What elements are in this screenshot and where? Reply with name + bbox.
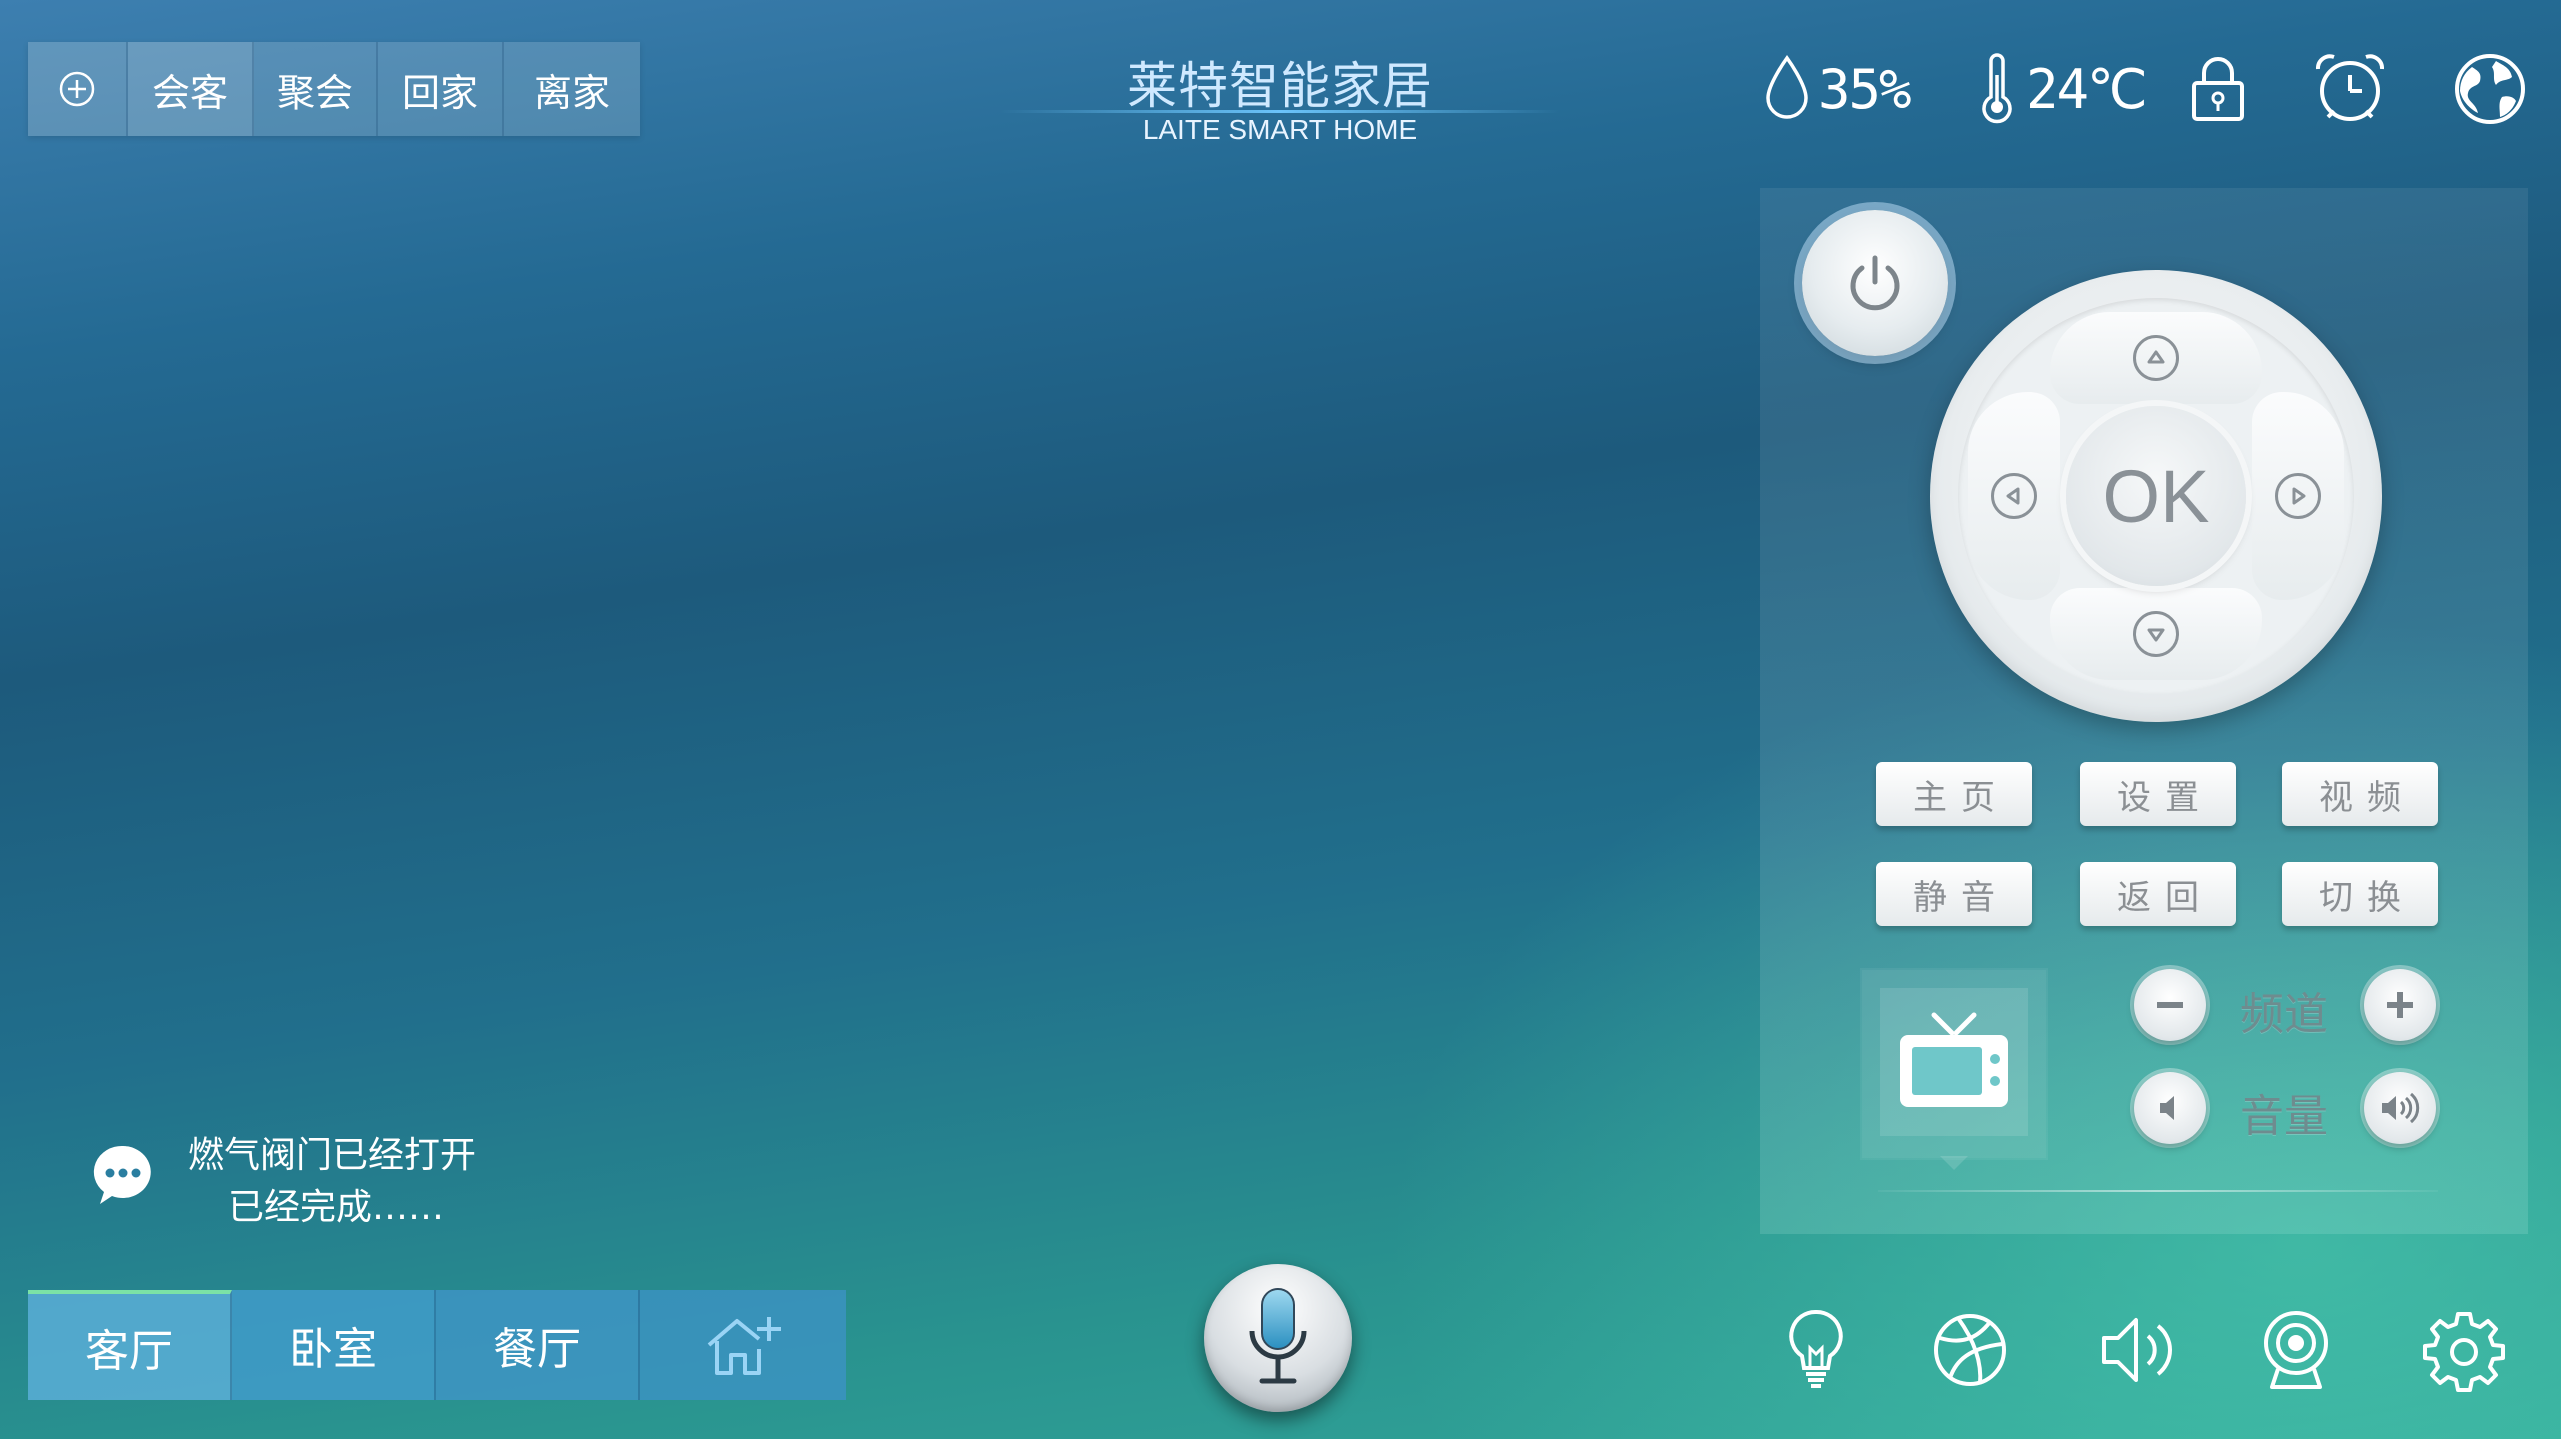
microphone-icon — [1249, 1288, 1307, 1384]
power-icon — [1850, 255, 1900, 311]
channel-up-button[interactable] — [2364, 969, 2436, 1041]
add-room-button[interactable] — [640, 1290, 846, 1400]
volume-high-icon — [2382, 1092, 2420, 1124]
brand-title: 莱特智能家居 — [1127, 57, 1433, 115]
house-add-icon — [707, 1317, 781, 1375]
lock-button[interactable] — [2188, 46, 2248, 132]
brand-divider — [1000, 110, 1560, 113]
arrow-left-icon — [1991, 473, 2037, 519]
home-button[interactable]: 主页 — [1876, 762, 2032, 826]
tv-icon — [1900, 1012, 2008, 1107]
room-tab-bar: 客厅 卧室 餐厅 — [28, 1290, 846, 1400]
ok-button[interactable]: OK — [2066, 406, 2246, 586]
speaker-icon — [2102, 1318, 2172, 1382]
volume-down-button[interactable] — [2134, 1072, 2206, 1144]
dpad-right-button[interactable] — [2252, 392, 2344, 600]
settings-gear-button[interactable] — [2414, 1300, 2514, 1400]
brand-subtitle: LAITE SMART HOME — [1142, 114, 1418, 145]
scene-label: 离家 — [533, 70, 610, 115]
arrow-down-icon — [2133, 611, 2179, 657]
scene-label: 聚会 — [276, 70, 353, 115]
scene-away-button[interactable]: 离家 — [504, 42, 640, 136]
alarm-clock-icon — [2316, 54, 2384, 121]
tv-pointer — [1940, 1156, 1968, 1172]
power-button[interactable] — [1802, 210, 1948, 356]
thermometer-icon — [1982, 53, 2012, 124]
humidity-value: 35% — [1818, 57, 1912, 121]
tab-label: 餐厅 — [493, 1324, 581, 1375]
plus-circle-icon — [59, 71, 95, 107]
scene-party-button[interactable]: 聚会 — [254, 42, 378, 136]
video-button[interactable]: 视频 — [2282, 762, 2438, 826]
lock-icon — [2192, 57, 2244, 121]
sports-button[interactable] — [1920, 1300, 2020, 1400]
tab-dining-room[interactable]: 餐厅 — [436, 1290, 640, 1400]
temperature-value: 24℃ — [2026, 57, 2148, 121]
audio-button[interactable] — [2090, 1300, 2190, 1400]
ball-icon — [1934, 1314, 2006, 1386]
tv-device-tile — [1880, 988, 2028, 1136]
volume-up-button[interactable] — [2364, 1072, 2436, 1144]
notification-message: 燃气阀门已经打开 已经完成…… — [188, 1130, 476, 1234]
settings-icon — [2423, 1312, 2505, 1392]
channel-label: 频道 — [2240, 989, 2328, 1040]
camera-button[interactable] — [2246, 1300, 2346, 1400]
minus-icon — [2157, 1002, 2183, 1008]
dpad-left-button[interactable] — [1968, 392, 2060, 600]
settings-button[interactable]: 设置 — [2080, 762, 2236, 826]
back-button[interactable]: 返回 — [2080, 862, 2236, 926]
camera-icon — [2264, 1311, 2328, 1389]
temperature-status: 24℃ — [1974, 46, 2148, 132]
scene-guest-button[interactable]: 会客 — [128, 42, 254, 136]
scene-bar: 会客 聚会 回家 离家 — [28, 42, 640, 136]
globe-icon — [2455, 54, 2525, 124]
arrow-right-icon — [2275, 473, 2321, 519]
arrow-up-icon — [2133, 335, 2179, 381]
mute-button[interactable]: 静音 — [1876, 862, 2032, 926]
voice-input-button[interactable] — [1204, 1264, 1352, 1412]
lighting-button[interactable] — [1766, 1300, 1866, 1400]
add-scene-button[interactable] — [28, 42, 128, 136]
panel-divider — [1878, 1190, 2438, 1192]
dpad-down-button[interactable] — [2050, 588, 2262, 680]
scene-label: 回家 — [401, 70, 478, 115]
plus-icon — [2387, 992, 2413, 1018]
droplet-icon — [1766, 55, 1808, 119]
chat-bubble-icon — [90, 1142, 156, 1212]
humidity-status: 35% — [1762, 46, 1912, 132]
bulb-icon — [1789, 1309, 1843, 1388]
notification-line-2: 已经完成…… — [228, 1187, 445, 1228]
notification-line-1: 燃气阀门已经打开 — [188, 1135, 477, 1176]
scene-label: 会客 — [151, 70, 228, 115]
dpad-up-button[interactable] — [2050, 312, 2262, 404]
channel-down-button[interactable] — [2134, 969, 2206, 1041]
alarm-button[interactable] — [2312, 46, 2388, 132]
tab-bedroom[interactable]: 卧室 — [232, 1290, 436, 1400]
tab-living-room[interactable]: 客厅 — [28, 1290, 232, 1400]
scene-home-button[interactable]: 回家 — [378, 42, 504, 136]
volume-label: 音量 — [2240, 1091, 2328, 1142]
switch-button[interactable]: 切换 — [2282, 862, 2438, 926]
volume-low-icon — [2160, 1096, 2174, 1120]
tab-label: 卧室 — [289, 1324, 377, 1375]
tab-label: 客厅 — [85, 1326, 173, 1377]
globe-button[interactable] — [2452, 46, 2528, 132]
